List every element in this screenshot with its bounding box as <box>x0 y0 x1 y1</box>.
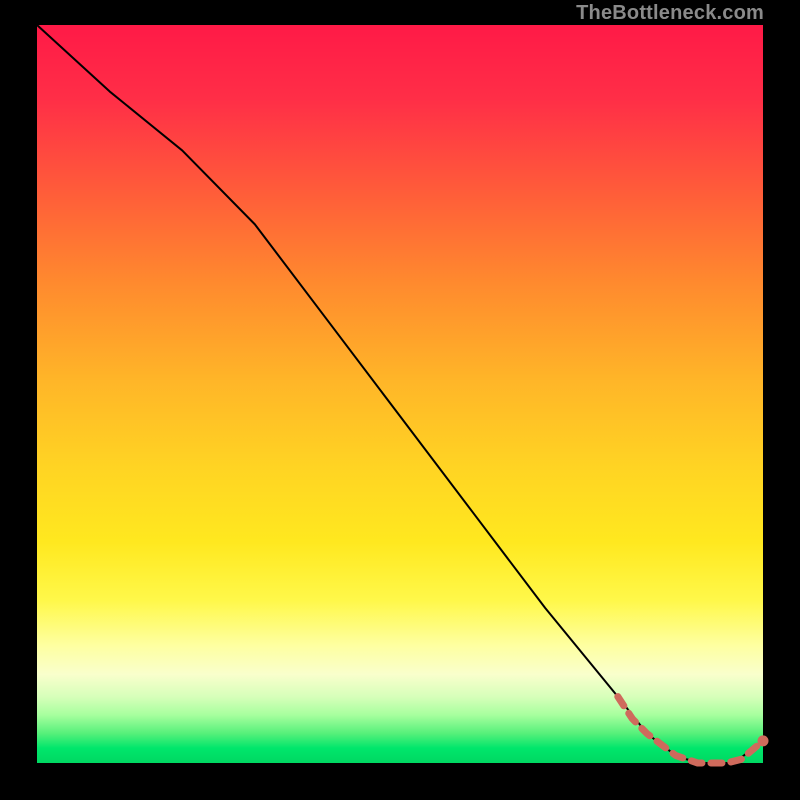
dashed-segment-path <box>618 697 763 763</box>
data-points <box>758 735 769 746</box>
solid-curve-path <box>37 25 763 763</box>
chart-stage: TheBottleneck.com <box>0 0 800 800</box>
chart-overlay <box>37 25 763 763</box>
dashed-segment <box>618 697 763 763</box>
data-point <box>758 735 769 746</box>
watermark-text: TheBottleneck.com <box>576 2 764 25</box>
solid-curve <box>37 25 763 763</box>
